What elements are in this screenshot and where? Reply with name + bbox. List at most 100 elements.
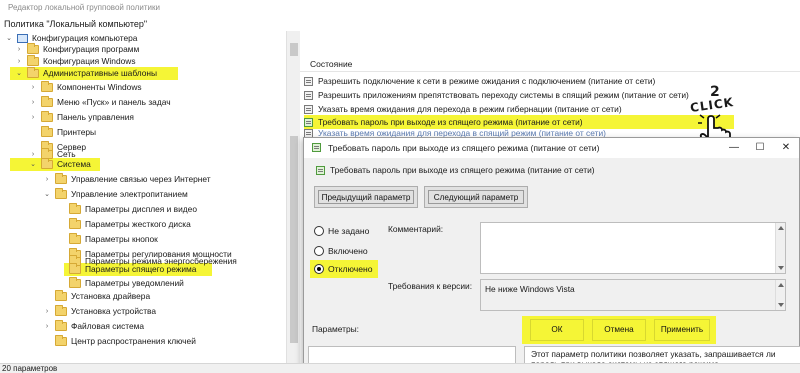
tree-item-power-management[interactable]: ⌄ Управление электропитанием (42, 187, 188, 202)
supported-on-field: Не ниже Windows Vista (480, 279, 786, 311)
cancel-button[interactable]: Отмена (592, 319, 646, 341)
expand-arrow-icon[interactable]: › (28, 110, 38, 125)
tree-item-sleep-settings[interactable]: Параметры спящего режима (56, 262, 196, 277)
folder-icon (55, 305, 67, 316)
tree-item-admin-templates[interactable]: ⌄ Административные шаблоны (14, 66, 157, 81)
dialog-subtitle-label: Требовать пароль при выходе из спящего р… (330, 165, 595, 175)
comment-scrollbar[interactable] (775, 223, 785, 273)
click-label: CLICK (689, 95, 735, 115)
policy-row[interactable]: Разрешить приложениям препятствовать пер… (304, 89, 689, 102)
policy-icon (304, 129, 313, 137)
tree-item-driver-install[interactable]: Установка драйвера (42, 289, 150, 304)
policy-row[interactable]: Указать время ожидания для перехода в сп… (304, 129, 606, 137)
expand-arrow-icon[interactable]: › (28, 80, 38, 95)
collapse-arrow-icon[interactable]: ⌄ (42, 187, 52, 202)
folder-icon (69, 277, 81, 288)
policy-row-label: Разрешить приложениям препятствовать пер… (318, 90, 689, 100)
radio-disabled[interactable]: Отключено (314, 262, 373, 276)
tree-item-internet-comm[interactable]: › Управление связью через Интернет (42, 172, 211, 187)
radio-enabled[interactable]: Включено (314, 244, 368, 258)
folder-icon (69, 218, 81, 229)
folder-icon (69, 233, 81, 244)
tree-item-control-panel[interactable]: › Панель управления (28, 110, 134, 125)
tree-item-label: Компоненты Windows (57, 82, 142, 92)
radio-button[interactable] (314, 246, 324, 256)
tree-item-start-menu[interactable]: › Меню «Пуск» и панель задач (28, 95, 171, 110)
policy-row[interactable]: Указать время ожидания для перехода в ре… (304, 103, 622, 116)
next-setting-label: Следующий параметр (428, 190, 524, 204)
tree-item-key-distribution[interactable]: Центр распространения ключей (42, 334, 196, 349)
folder-icon (55, 173, 67, 184)
tree-item-label: Параметры дисплея и видео (85, 204, 197, 214)
radio-label: Включено (328, 246, 368, 256)
dialog-title: Требовать пароль при выходе из спящего р… (328, 143, 600, 153)
comment-field[interactable] (480, 222, 786, 274)
tree-item-device-install[interactable]: › Установка устройства (42, 304, 156, 319)
radio-button[interactable] (314, 226, 324, 236)
expand-arrow-icon[interactable]: › (42, 172, 52, 187)
tree-item-button-settings[interactable]: Параметры кнопок (56, 232, 158, 247)
policy-dialog: Требовать пароль при выходе из спящего р… (303, 137, 800, 373)
policy-row-label: Разрешить подключение к сети в режиме ож… (318, 76, 656, 86)
tree-item-display-settings[interactable]: Параметры дисплея и видео (56, 202, 197, 217)
status-count: 20 параметров (2, 364, 58, 373)
previous-setting-label: Предыдущий параметр (318, 190, 414, 204)
root-node[interactable]: Политика "Локальный компьютер" (0, 17, 800, 31)
ok-label: ОК (551, 325, 563, 334)
tree-item-label: Панель управления (57, 112, 134, 122)
tree-item-label: Система (57, 159, 91, 169)
list-scrollbar[interactable] (288, 56, 300, 136)
policy-icon (304, 105, 313, 114)
status-bar: 20 параметров (0, 363, 800, 373)
list-header-state[interactable]: Состояние (300, 56, 800, 72)
policy-row-label: Требовать пароль при выходе из спящего р… (318, 117, 583, 127)
collapse-arrow-icon[interactable]: ⌄ (4, 31, 14, 46)
tree-item-label: Параметры спящего режима (85, 264, 197, 274)
expand-arrow-icon[interactable]: › (42, 319, 52, 334)
expand-arrow-icon[interactable]: › (28, 95, 38, 110)
close-button[interactable]: ✕ (773, 138, 799, 158)
tree-item-label: Управление электропитанием (71, 189, 188, 199)
navigation-tree: ⌄ Конфигурация компьютера › Конфигурация п… (0, 31, 286, 363)
radio-not-configured[interactable]: Не задано (314, 224, 369, 238)
tree-item-label: Управление связью через Интернет (71, 174, 211, 184)
tree-item-label: Установка драйвера (71, 291, 151, 301)
folder-icon (41, 126, 53, 137)
folder-icon (41, 96, 53, 107)
tree-item-label: Меню «Пуск» и панель задач (57, 97, 171, 107)
folder-icon (41, 158, 53, 169)
collapse-arrow-icon[interactable]: ⌄ (14, 66, 24, 81)
supported-on-value: Не ниже Windows Vista (485, 284, 575, 294)
tree-item-hdd-settings[interactable]: Параметры жесткого диска (56, 217, 191, 232)
policy-row-label: Указать время ожидания для перехода в ре… (318, 104, 622, 114)
cancel-label: Отмена (604, 325, 634, 334)
ok-button[interactable]: ОК (530, 319, 584, 341)
tree-item-printers[interactable]: Принтеры (28, 125, 96, 140)
previous-setting-button[interactable]: Предыдущий параметр (314, 186, 418, 208)
folder-icon (27, 55, 39, 66)
policy-row[interactable]: Разрешить подключение к сети в режиме ож… (304, 75, 655, 88)
apply-label: Применить (660, 325, 704, 334)
tree-item-system[interactable]: ⌄ Система (28, 157, 91, 172)
dialog-subtitle: Требовать пароль при выходе из спящего р… (316, 165, 595, 175)
expand-arrow-icon[interactable]: › (42, 304, 52, 319)
window-titlebar: Редактор локальной групповой политики (0, 0, 800, 17)
folder-icon (41, 111, 53, 122)
folder-icon (41, 81, 53, 92)
tree-item-file-system[interactable]: › Файловая система (42, 319, 144, 334)
next-setting-button[interactable]: Следующий параметр (424, 186, 528, 208)
tree-item-windows-components[interactable]: › Компоненты Windows (28, 80, 142, 95)
collapse-arrow-icon[interactable]: ⌄ (28, 157, 38, 172)
minimize-button[interactable]: — (721, 138, 747, 158)
supported-scrollbar[interactable] (775, 280, 785, 310)
radio-label: Не задано (328, 226, 370, 236)
tree-item-label: Файловая система (71, 321, 145, 331)
options-label: Параметры: (312, 324, 359, 334)
radio-button[interactable] (314, 264, 324, 274)
apply-button[interactable]: Применить (654, 319, 710, 341)
policy-row-selected[interactable]: Требовать пароль при выходе из спящего р… (304, 116, 583, 129)
maximize-button[interactable]: ☐ (747, 138, 773, 158)
radio-label: Отключено (328, 264, 373, 274)
folder-icon (55, 335, 67, 346)
tree-item-label: Центр распространения ключей (71, 336, 196, 346)
